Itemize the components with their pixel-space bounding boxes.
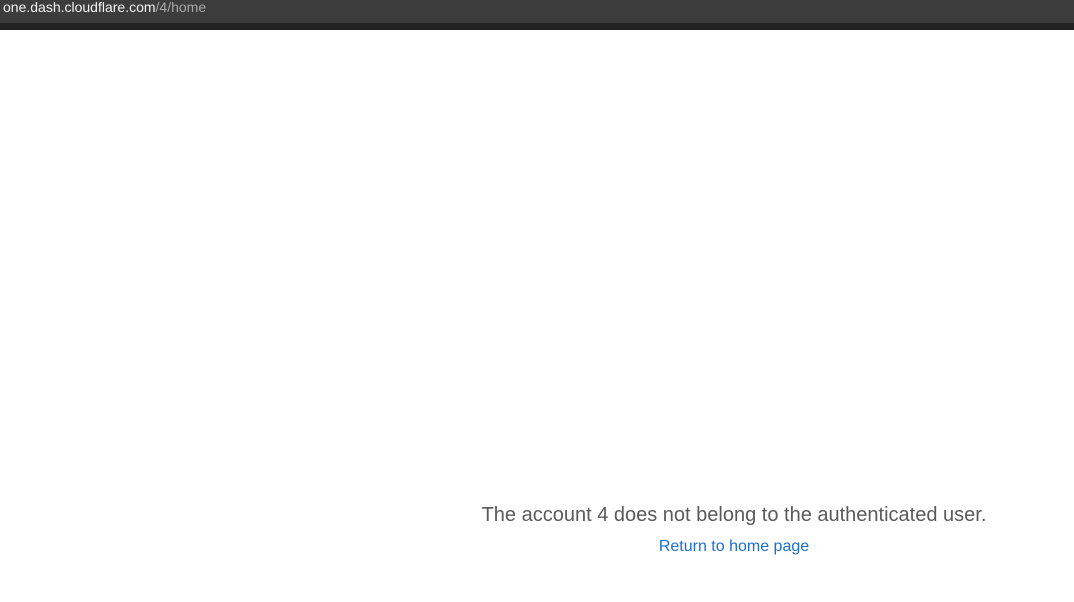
browser-address-bar: one.dash.cloudflare.com/4/home — [0, 0, 1074, 23]
url-path: /4/home — [155, 0, 207, 15]
error-message: The account 4 does not belong to the aut… — [481, 504, 987, 526]
browser-bar-divider — [0, 23, 1074, 30]
return-home-link[interactable]: Return to home page — [659, 538, 809, 556]
error-panel: The account 4 does not belong to the aut… — [480, 502, 988, 556]
url-display[interactable]: one.dash.cloudflare.com/4/home — [3, 0, 206, 15]
url-host: one.dash.cloudflare.com — [3, 0, 156, 15]
